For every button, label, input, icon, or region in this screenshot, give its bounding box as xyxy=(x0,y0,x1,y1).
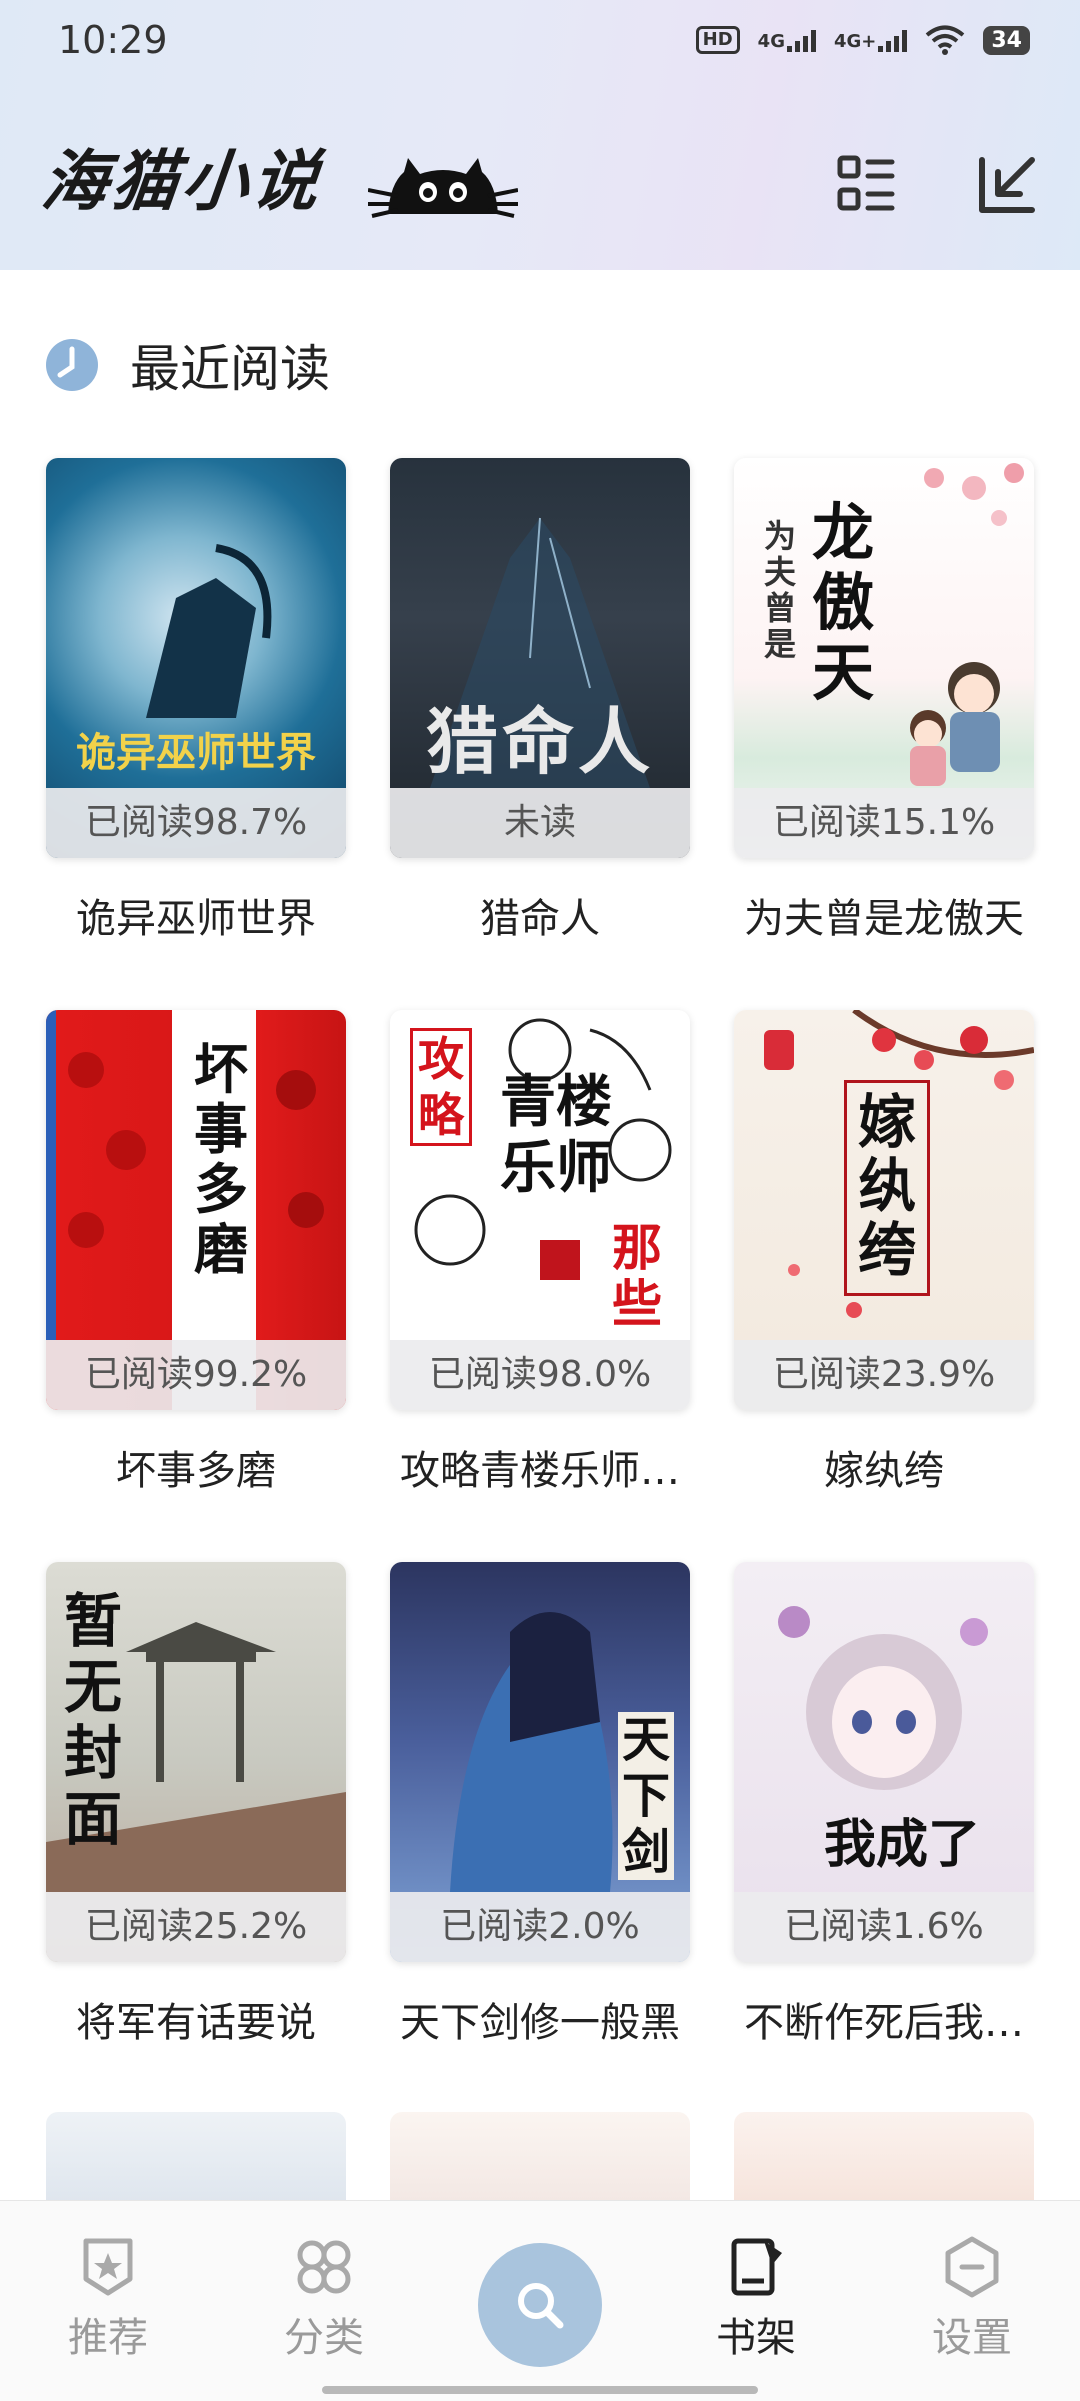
cover-text: 暂无封面 xyxy=(64,1587,123,1853)
cover-text: 天下剑 xyxy=(618,1712,674,1880)
reading-progress: 已阅读98.7% xyxy=(46,788,346,858)
signal-icon-2: 4G+ xyxy=(833,28,908,52)
import-icon[interactable] xyxy=(976,152,1040,216)
cat-logo-icon xyxy=(368,158,518,218)
book-title: 嫁纨绔 xyxy=(824,1448,944,1494)
nav-settings[interactable]: 设置 xyxy=(892,2235,1052,2363)
reading-progress: 已阅读23.9% xyxy=(734,1340,1034,1410)
bookshelf-icon xyxy=(731,2238,782,2296)
reading-progress: 已阅读98.0% xyxy=(390,1340,690,1410)
app-title: 海猫小说 xyxy=(38,143,327,220)
book-title: 猎命人 xyxy=(480,896,600,942)
cover-text: 青楼乐师 xyxy=(500,1070,612,1201)
hd-icon: HD xyxy=(695,26,740,54)
reading-progress: 已阅读25.2% xyxy=(46,1892,346,1962)
nav-label: 分类 xyxy=(284,2315,364,2361)
network-type-label: 4G xyxy=(757,31,785,52)
nav-label: 推荐 xyxy=(68,2315,148,2361)
book-title: 天下剑修一般黑 xyxy=(400,2000,680,2046)
reading-progress: 已阅读99.2% xyxy=(46,1340,346,1410)
cover-subtext: 攻略 xyxy=(410,1028,472,1146)
cover-figure xyxy=(146,544,272,718)
wifi-icon xyxy=(926,25,965,55)
reading-progress: 未读 xyxy=(390,788,690,858)
book-title: 攻略青楼乐师… xyxy=(400,1448,680,1494)
status-time: 10:29 xyxy=(58,18,168,62)
battery-icon: 34 xyxy=(983,25,1030,55)
book-cover[interactable]: 我成了 已阅读1.6% xyxy=(734,1562,1034,1962)
blossom-art xyxy=(924,463,1024,526)
section-header: 最近阅读 xyxy=(44,330,330,400)
book-card[interactable]: 攻略 青楼乐师 那些 已阅读98.0% 攻略青楼乐师… xyxy=(390,1010,690,1496)
book-title: 将军有话要说 xyxy=(76,2000,316,2046)
nav-label: 设置 xyxy=(932,2315,1012,2361)
search-icon xyxy=(518,2283,564,2329)
cover-text: 嫁纨绔 xyxy=(857,1088,916,1284)
nav-label: 书架 xyxy=(716,2315,796,2361)
book-cover[interactable]: 嫁纨绔 已阅读23.9% xyxy=(734,1010,1034,1410)
reading-progress: 已阅读2.0% xyxy=(390,1892,690,1962)
cover-text-2: 那些 xyxy=(612,1219,662,1333)
book-title: 诡异巫师世界 xyxy=(76,896,316,942)
book-card[interactable]: 我成了 已阅读1.6% 不断作死后我… xyxy=(734,1562,1034,2048)
book-card[interactable]: 坏事多磨 已阅读99.2% 坏事多磨 xyxy=(46,1010,346,1496)
book-card[interactable]: 天下剑 已阅读2.0% 天下剑修一般黑 xyxy=(390,1562,690,2048)
book-cover-partial[interactable] xyxy=(390,2112,690,2202)
app-header: 10:29 HD 4G 4G+ 34 海猫小说 xyxy=(0,0,1080,270)
book-cover[interactable]: 猎命人 未读 xyxy=(390,458,690,858)
status-icons: HD 4G 4G+ 34 xyxy=(695,20,1030,60)
book-card[interactable]: 为夫曾是 龙傲天 已阅读15.1% 为夫曾是龙傲天 xyxy=(734,458,1034,944)
network-type-label-2: 4G+ xyxy=(833,31,877,52)
book-cover[interactable]: 为夫曾是 龙傲天 已阅读15.1% xyxy=(734,458,1034,858)
home-indicator[interactable] xyxy=(322,2386,758,2394)
book-cover[interactable]: 坏事多磨 已阅读99.2% xyxy=(46,1010,346,1410)
reading-progress: 已阅读15.1% xyxy=(734,788,1034,858)
book-card[interactable]: 暂无封面 已阅读25.2% 将军有话要说 xyxy=(46,1562,346,2048)
cover-figure xyxy=(910,662,1000,786)
signal-icon: 4G xyxy=(758,28,816,52)
cover-text: 猎命人 xyxy=(425,700,654,784)
nav-bookshelf[interactable]: 书架 xyxy=(676,2235,836,2363)
book-card[interactable]: 诡异巫师世界 已阅读98.7% 诡异巫师世界 xyxy=(46,458,346,944)
search-button[interactable] xyxy=(478,2243,602,2367)
bottom-nav: 推荐 分类 书架 设置 xyxy=(0,2200,1080,2401)
clock-icon xyxy=(46,339,98,391)
book-cover-partial[interactable] xyxy=(734,2112,1034,2202)
nav-category[interactable]: 分类 xyxy=(244,2235,404,2363)
book-card[interactable]: 嫁纨绔 已阅读23.9% 嫁纨绔 xyxy=(734,1010,1034,1496)
reading-progress: 已阅读1.6% xyxy=(734,1892,1034,1962)
category-icon xyxy=(297,2240,351,2294)
cover-text: 诡异巫师世界 xyxy=(76,730,316,776)
cover-text: 我成了 xyxy=(824,1815,981,1875)
cover-text: 坏事多磨 xyxy=(194,1038,248,1281)
list-view-icon[interactable] xyxy=(834,152,898,216)
book-cover[interactable]: 攻略 青楼乐师 那些 已阅读98.0% xyxy=(390,1010,690,1410)
book-title: 为夫曾是龙傲天 xyxy=(744,896,1024,942)
book-card[interactable]: 猎命人 未读 猎命人 xyxy=(390,458,690,944)
book-title: 不断作死后我… xyxy=(744,2000,1024,2046)
book-cover[interactable]: 天下剑 已阅读2.0% xyxy=(390,1562,690,1962)
cover-subtext: 为夫曾是 xyxy=(764,517,797,663)
settings-icon xyxy=(945,2236,999,2298)
book-cover[interactable]: 诡异巫师世界 已阅读98.7% xyxy=(46,458,346,858)
cover-text: 龙傲天 xyxy=(812,496,875,709)
book-cover-partial[interactable] xyxy=(46,2112,346,2202)
recommend-icon xyxy=(83,2238,133,2296)
section-title: 最近阅读 xyxy=(130,340,330,398)
nav-recommend[interactable]: 推荐 xyxy=(28,2235,188,2363)
status-bar: 10:29 HD 4G 4G+ 34 xyxy=(0,0,1080,80)
book-title: 坏事多磨 xyxy=(116,1448,276,1494)
book-cover[interactable]: 暂无封面 已阅读25.2% xyxy=(46,1562,346,1962)
